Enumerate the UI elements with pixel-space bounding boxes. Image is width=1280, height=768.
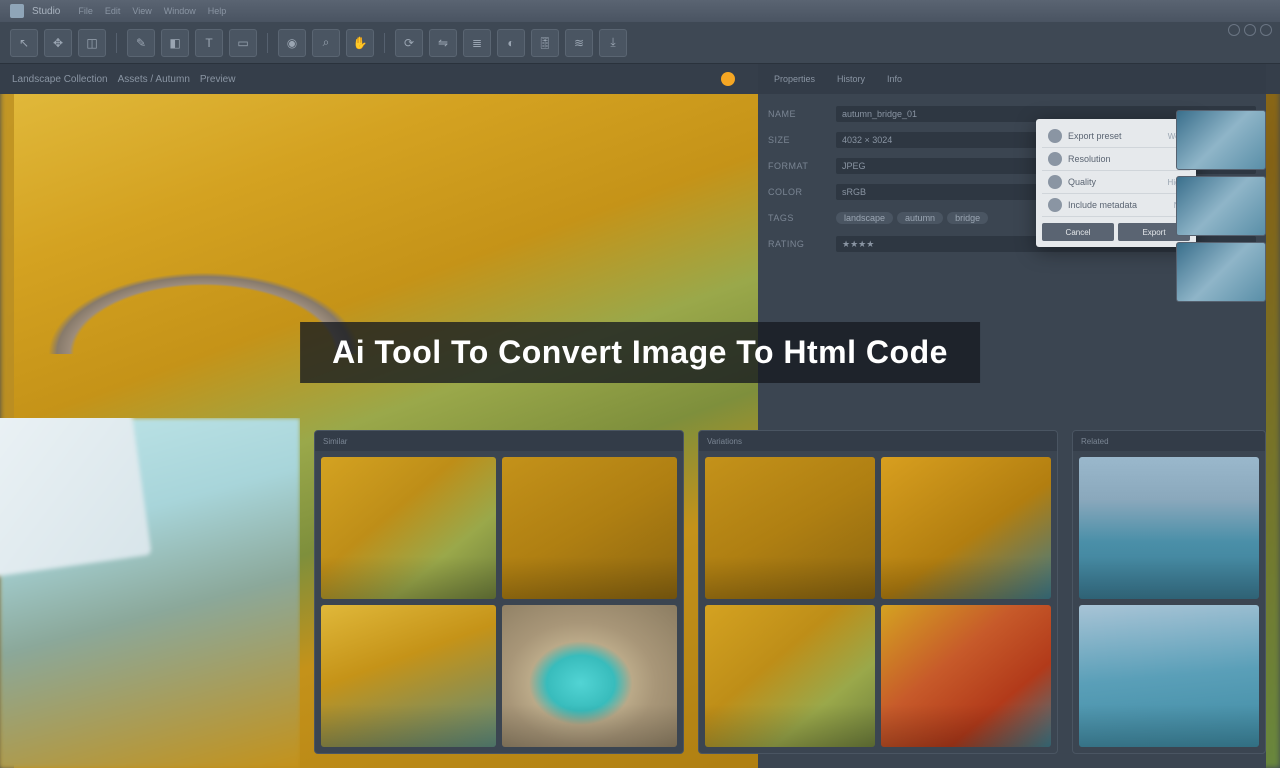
tool-rotate-button[interactable]: ⟳	[395, 29, 423, 57]
bottom-region: Similar Variations Related	[0, 418, 1280, 768]
tool-crop-button[interactable]: ◫	[78, 29, 106, 57]
menu-help[interactable]: Help	[208, 6, 227, 16]
thumbnail[interactable]	[321, 457, 496, 599]
maximize-button[interactable]	[1244, 24, 1256, 36]
popup-label: Export preset	[1068, 131, 1162, 141]
tool-zoom-button[interactable]: ⌕	[312, 29, 340, 57]
toolbar-sep	[116, 33, 117, 53]
thumbnail[interactable]	[1079, 457, 1259, 599]
tool-brush-button[interactable]: ✎	[127, 29, 155, 57]
tool-eraser-button[interactable]: ◧	[161, 29, 189, 57]
sidebar-thumb[interactable]	[1176, 110, 1266, 170]
title-text: Ai Tool To Convert Image To Html Code	[332, 334, 948, 371]
metadata-icon	[1048, 198, 1062, 212]
thumbnail-grid	[699, 451, 1057, 753]
tab-info[interactable]: Info	[881, 72, 908, 86]
menu-edit[interactable]: Edit	[105, 6, 121, 16]
panel-title: Variations	[707, 437, 742, 446]
asset-panel-similar: Similar	[314, 430, 684, 754]
popup-row[interactable]: Export preset Web	[1042, 125, 1190, 148]
thumbnail-grid	[315, 451, 683, 753]
thumbnail[interactable]	[1079, 605, 1259, 747]
popup-actions: Cancel Export	[1042, 217, 1190, 241]
sidebar-thumbnails	[1176, 110, 1266, 302]
app-name: Studio	[32, 6, 60, 17]
popup-label: Quality	[1068, 177, 1162, 187]
prop-label: Rating	[768, 239, 828, 249]
tool-shape-button[interactable]: ▭	[229, 29, 257, 57]
project-name[interactable]: Landscape Collection	[12, 74, 108, 85]
menu-bar: File Edit View Window Help	[78, 6, 226, 16]
export-popup: Export preset Web Resolution 1x Quality …	[1036, 119, 1196, 247]
asset-panel-variations: Variations	[698, 430, 1058, 754]
tool-eyedrop-button[interactable]: ◉	[278, 29, 306, 57]
tool-cursor-button[interactable]: ↖	[10, 29, 38, 57]
thumbnail[interactable]	[502, 605, 677, 747]
window-controls	[1228, 24, 1272, 36]
quality-icon	[1048, 175, 1062, 189]
close-button[interactable]	[1260, 24, 1272, 36]
thumbnail[interactable]	[502, 457, 677, 599]
tool-adjust-button[interactable]: 🎚	[531, 29, 559, 57]
tag-chip[interactable]: autumn	[897, 212, 943, 224]
panel-header: Related	[1073, 431, 1265, 451]
tool-flip-button[interactable]: ⇋	[429, 29, 457, 57]
asset-panel-related: Related	[1072, 430, 1266, 754]
prop-label: Color	[768, 187, 828, 197]
tag-chip[interactable]: bridge	[947, 212, 988, 224]
panel-title: Related	[1081, 437, 1109, 446]
thumbnail[interactable]	[321, 605, 496, 747]
title-bar: Studio File Edit View Window Help	[0, 0, 1280, 22]
panel-header: Variations	[699, 431, 1057, 451]
tag-chip[interactable]: landscape	[836, 212, 893, 224]
tool-export-button[interactable]: ⤓	[599, 29, 627, 57]
thumbnail[interactable]	[881, 457, 1051, 599]
panel-title: Similar	[323, 437, 347, 446]
asset-panels: Similar Variations Related	[300, 418, 1280, 768]
thumbnail[interactable]	[705, 605, 875, 747]
popup-label: Resolution	[1068, 154, 1170, 164]
panel-header: Similar	[315, 431, 683, 451]
sidebar-thumb[interactable]	[1176, 242, 1266, 302]
popup-row[interactable]: Resolution 1x	[1042, 148, 1190, 171]
prop-label: Size	[768, 135, 828, 145]
menu-view[interactable]: View	[132, 6, 151, 16]
tool-move-button[interactable]: ✥	[44, 29, 72, 57]
tool-filter-button[interactable]: ≋	[565, 29, 593, 57]
tool-text-button[interactable]: T	[195, 29, 223, 57]
thumbnail[interactable]	[705, 457, 875, 599]
breadcrumb-path[interactable]: Assets / Autumn	[118, 74, 190, 85]
tab-history[interactable]: History	[831, 72, 871, 86]
bottom-left-image	[0, 418, 300, 768]
tool-hand-button[interactable]: ✋	[346, 29, 374, 57]
title-overlay: Ai Tool To Convert Image To Html Code	[300, 322, 980, 383]
toolbar: ↖ ✥ ◫ ✎ ◧ T ▭ ◉ ⌕ ✋ ⟳ ⇋ ≣ ◐ 🎚 ≋ ⤓	[0, 22, 1280, 64]
bottom-left-preview	[0, 418, 300, 768]
tab-properties[interactable]: Properties	[768, 72, 821, 86]
popup-row[interactable]: Quality High	[1042, 171, 1190, 194]
preset-icon	[1048, 129, 1062, 143]
notification-badge-icon[interactable]	[721, 72, 735, 86]
popup-label: Include metadata	[1068, 200, 1168, 210]
thumbnail[interactable]	[881, 605, 1051, 747]
prop-label: Format	[768, 161, 828, 171]
toolbar-sep	[384, 33, 385, 53]
tool-layers-button[interactable]: ≣	[463, 29, 491, 57]
popup-row[interactable]: Include metadata No	[1042, 194, 1190, 217]
cancel-button[interactable]: Cancel	[1042, 223, 1114, 241]
view-mode[interactable]: Preview	[200, 74, 236, 85]
prop-label: Tags	[768, 213, 828, 223]
sidebar-thumb[interactable]	[1176, 176, 1266, 236]
thumbnail-grid	[1073, 451, 1265, 753]
menu-window[interactable]: Window	[164, 6, 196, 16]
toolbar-sep	[267, 33, 268, 53]
tool-mask-button[interactable]: ◐	[497, 29, 525, 57]
resolution-icon	[1048, 152, 1062, 166]
prop-label: Name	[768, 109, 828, 119]
menu-file[interactable]: File	[78, 6, 93, 16]
tag-chips: landscape autumn bridge	[836, 212, 988, 224]
panel-tabs: Properties History Info	[758, 64, 1266, 94]
app-logo-icon	[10, 4, 24, 18]
minimize-button[interactable]	[1228, 24, 1240, 36]
